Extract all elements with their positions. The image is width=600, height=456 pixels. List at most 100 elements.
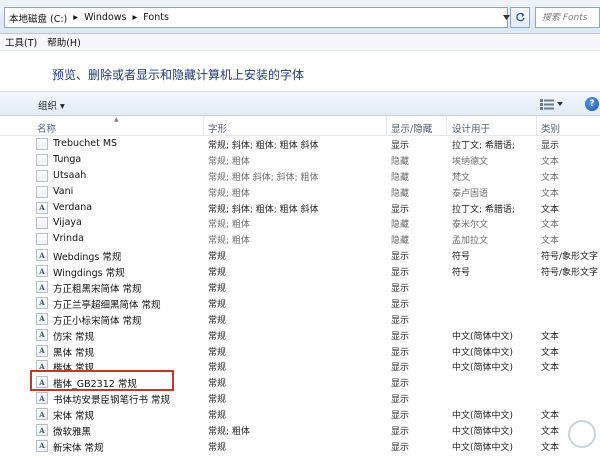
menu-tools[interactable]: 工具(T) (0, 35, 42, 49)
font-visibility: 显示 (391, 299, 410, 310)
table-row[interactable]: A 黑体 常规 常规 显示 中文(简体中文) 文本 (0, 343, 600, 359)
search-input[interactable] (542, 12, 600, 23)
table-row[interactable]: Tunga 常规; 粗体 隐藏 埃纳德文 文本 (0, 152, 600, 168)
address-bar-row: 本地磁盘 (C:) ▸ Windows ▸ Fonts (0, 0, 600, 34)
table-row[interactable]: A 书体坊安景臣钢笔行书 常规 常规 显示 (0, 390, 600, 406)
font-category: 文本 (541, 220, 560, 231)
column-style[interactable]: 字形 (208, 121, 227, 135)
table-row[interactable]: A 仿宋 常规 常规 显示 中文(简体中文) 文本 (0, 327, 600, 343)
font-visibility: 显示 (391, 347, 410, 358)
font-style: 常规 (208, 331, 227, 342)
sort-caret-icon: ▲ (114, 116, 119, 123)
font-visibility: 显示 (391, 363, 410, 374)
breadcrumb-fonts[interactable]: Fonts (143, 12, 169, 23)
font-name: Trebuchet MS (53, 138, 118, 149)
font-file-icon: A (36, 296, 48, 309)
font-file-icon: A (36, 265, 48, 278)
table-row[interactable]: Vrinda 常规; 粗体 隐藏 孟加拉文 文本 (0, 231, 600, 247)
font-style: 常规 (208, 315, 227, 326)
font-style: 常规; 粗体 (208, 188, 250, 199)
font-designed-for: 中文(简体中文) (452, 331, 514, 342)
menu-help[interactable]: 帮助(H) (42, 35, 86, 49)
font-name: 微软雅黑 (53, 427, 92, 439)
breadcrumb-separator-icon[interactable]: ▸ (132, 12, 137, 23)
font-visibility: 显示 (391, 204, 410, 215)
table-row[interactable]: A Webdings 常规 常规 显示 符号 符号/象形文字 (0, 247, 600, 263)
font-designed-for: 梵文 (452, 172, 471, 183)
font-name: 书体坊安景臣钢笔行书 常规 (53, 395, 171, 407)
refresh-button[interactable] (510, 7, 530, 28)
font-category: 文本 (541, 188, 560, 199)
column-divider[interactable] (536, 116, 537, 136)
view-details-icon (540, 98, 554, 110)
font-designed-for: 中文(简体中文) (452, 347, 514, 358)
font-file-icon: A (36, 328, 48, 341)
table-row[interactable]: Vijaya 常规; 粗体 隐藏 泰米尔文 文本 (0, 215, 600, 231)
hidden-font-file-icon (36, 185, 48, 198)
font-style: 常规 (208, 299, 227, 310)
font-designed-for: 符号 (452, 252, 471, 263)
column-header-row: ▲ 名称 字形 显示/隐藏 设计用于 类别 (0, 116, 600, 136)
organize-button[interactable]: 组织 ▾ (38, 98, 65, 112)
help-button[interactable]: ? (585, 97, 599, 111)
view-options-button[interactable] (540, 97, 566, 111)
page-header: 预览、删除或者显示和隐藏计算机上安装的字体 (0, 51, 600, 91)
font-designed-for: 符号 (452, 268, 471, 279)
column-category[interactable]: 类别 (541, 121, 560, 135)
column-divider[interactable] (203, 116, 204, 136)
font-visibility: 显示 (391, 442, 410, 453)
font-designed-for: 拉丁文; 希腊语; (452, 204, 515, 215)
column-name[interactable]: 名称 (37, 121, 56, 135)
table-row[interactable]: Vani 常规; 粗体 隐藏 泰卢固语 文本 (0, 184, 600, 200)
table-row[interactable]: A 方正小标宋简体 常规 常规 显示 (0, 311, 600, 327)
column-designed-for[interactable]: 设计用于 (452, 121, 490, 135)
font-name: Vijaya (53, 217, 82, 229)
font-designed-for: 拉丁文; 希腊语; (452, 141, 515, 151)
hidden-font-file-icon (36, 169, 48, 182)
watermark (446, 416, 596, 452)
breadcrumb-windows[interactable]: Windows (84, 12, 126, 23)
font-file-icon: A (36, 201, 48, 214)
menu-bar: 工具(T) 帮助(H) (0, 34, 600, 51)
table-row[interactable]: Trebuchet MS 常规; 斜体; 粗体; 粗体 斜体 显示 拉丁文; 希腊语;… (0, 136, 600, 152)
page-title: 预览、删除或者显示和隐藏计算机上安装的字体 (52, 68, 305, 82)
column-show-hide[interactable]: 显示/隐藏 (391, 121, 432, 135)
font-style: 常规 (208, 284, 227, 295)
font-name: 方正粗黑宋简体 常规 (53, 284, 142, 296)
font-style: 常规; 斜体; 粗体; 粗体 斜体 (208, 204, 319, 215)
font-style: 常规; 粗体 (208, 220, 250, 231)
font-visibility: 显示 (391, 284, 410, 295)
font-file-icon: A (36, 424, 48, 437)
address-bar[interactable]: 本地磁盘 (C:) ▸ Windows ▸ Fonts (4, 7, 510, 28)
table-row[interactable]: Utsaah 常规; 粗体 斜体; 斜体; 粗体 隐藏 梵文 文本 (0, 168, 600, 184)
column-divider[interactable] (446, 116, 447, 136)
table-row[interactable]: A 方正兰亭超细黑简体 常规 常规 显示 (0, 295, 600, 311)
chevron-down-icon (557, 102, 563, 106)
column-divider[interactable] (386, 116, 387, 136)
search-box[interactable] (535, 7, 600, 28)
font-name: 黑体 常规 (53, 347, 95, 359)
font-style: 常规; 粗体 (208, 156, 250, 167)
breadcrumb-separator-icon[interactable]: ▸ (73, 12, 78, 23)
hidden-font-file-icon (36, 217, 48, 230)
font-name: Vani (53, 185, 74, 197)
table-row[interactable]: A Verdana 常规; 斜体; 粗体; 粗体 斜体 显示 拉丁文; 希腊语; 文本 (0, 200, 600, 216)
font-name: 新宋体 常规 (53, 442, 104, 454)
breadcrumb-drive[interactable]: 本地磁盘 (C:) (9, 11, 67, 25)
font-file-icon: A (36, 249, 48, 262)
font-category: 文本 (541, 363, 560, 374)
font-file-icon: A (36, 281, 48, 294)
font-file-icon: A (36, 392, 48, 405)
font-style: 常规 (208, 379, 227, 390)
font-style: 常规 (208, 347, 227, 358)
font-category: 符号/象形文字 (541, 252, 599, 263)
font-rows: Trebuchet MS 常规; 斜体; 粗体; 粗体 斜体 显示 拉丁文; 希腊语;… (0, 136, 600, 454)
help-icon: ? (589, 99, 595, 109)
font-designed-for: 中文(简体中文) (452, 363, 514, 374)
refresh-icon (515, 12, 525, 22)
font-category: 文本 (541, 347, 560, 358)
table-row[interactable]: A 方正粗黑宋简体 常规 常规 显示 (0, 279, 600, 295)
table-row[interactable]: A Wingdings 常规 常规 显示 符号 符号/象形文字 (0, 263, 600, 279)
hidden-font-file-icon (36, 153, 48, 166)
font-category: 文本 (541, 156, 560, 167)
